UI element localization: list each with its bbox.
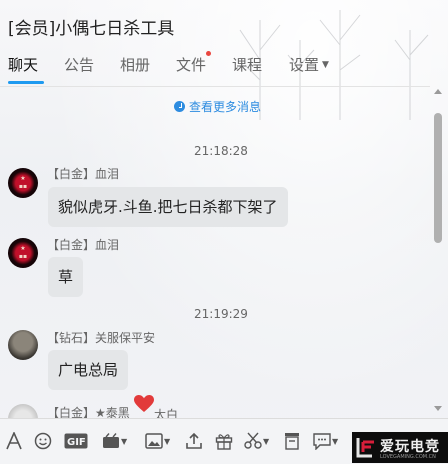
watermark-subtext: LOVEGAMING.COM.CN — [380, 454, 436, 460]
scissors-icon[interactable]: ▼ — [244, 431, 269, 451]
tab-files[interactable]: 文件 — [176, 54, 206, 75]
message-sender[interactable]: 【白金】血泪 — [47, 236, 119, 253]
chevron-down-icon: ▼ — [121, 436, 128, 446]
avatar[interactable]: ★ ▪▪ — [8, 168, 38, 198]
notification-dot — [206, 51, 211, 56]
message-timestamp: 21:19:29 — [194, 307, 248, 321]
avatar[interactable]: ★ ▪▪ — [8, 238, 38, 268]
tab-settings[interactable]: 设置 ▼ — [289, 54, 329, 75]
chevron-down-icon: ▼ — [322, 59, 329, 70]
tab-album[interactable]: 相册 — [120, 54, 150, 75]
message-sender[interactable]: 【钻石】关服保平安 — [47, 329, 155, 346]
tab-settings-label: 设置 — [289, 56, 320, 74]
tab-bar: 聊天 公告 相册 文件 课程 设置 ▼ — [0, 51, 448, 86]
chat-icon[interactable]: ▼ — [313, 431, 338, 451]
watermark-logo-icon — [356, 438, 374, 458]
title-bar: [会员]小偶七日杀工具 — [0, 0, 448, 48]
scrollbar-thumb[interactable] — [434, 113, 442, 243]
emoji-icon[interactable] — [34, 431, 52, 451]
avatar[interactable] — [8, 330, 38, 360]
image-icon[interactable]: ▼ — [145, 431, 170, 451]
message-bubble[interactable]: 草 — [48, 257, 84, 297]
window-title: [会员]小偶七日杀工具 — [8, 19, 175, 39]
clock-icon — [174, 101, 185, 112]
tab-chat[interactable]: 聊天 — [8, 54, 38, 75]
watermark: 爱玩电竞 LOVEGAMING.COM.CN — [352, 432, 448, 463]
active-tab-indicator — [8, 81, 44, 84]
svg-text:GIF: GIF — [67, 437, 86, 448]
chevron-down-icon: ▼ — [164, 436, 171, 446]
load-more-label: 查看更多消息 — [189, 100, 262, 114]
scroll-up-arrow[interactable] — [434, 89, 442, 94]
chevron-down-icon: ▼ — [332, 436, 339, 446]
gift-icon[interactable] — [215, 431, 233, 451]
upload-icon[interactable] — [186, 431, 202, 451]
message-timestamp: 21:18:28 — [194, 144, 248, 158]
message-sender[interactable]: 【白金】血泪 — [47, 165, 119, 182]
heart-icon — [134, 395, 154, 412]
gif-icon[interactable]: GIF — [64, 431, 88, 451]
message-bubble[interactable]: 貌似虎牙.斗鱼.把七日杀都下架了 — [48, 187, 288, 227]
watermark-text: 爱玩电竞 — [380, 439, 440, 455]
bookmark-icon[interactable] — [284, 431, 300, 451]
message-bubble[interactable]: 广电总局 — [48, 350, 129, 390]
tab-divider — [0, 86, 430, 87]
tab-announcement[interactable]: 公告 — [64, 54, 94, 75]
video-icon[interactable]: ▼ — [102, 431, 127, 451]
font-icon[interactable] — [6, 431, 22, 451]
chevron-down-icon: ▼ — [263, 436, 270, 446]
scroll-down-arrow[interactable] — [434, 406, 442, 411]
load-more-messages-link[interactable]: 查看更多消息 — [174, 98, 261, 115]
tab-courses[interactable]: 课程 — [232, 54, 262, 75]
